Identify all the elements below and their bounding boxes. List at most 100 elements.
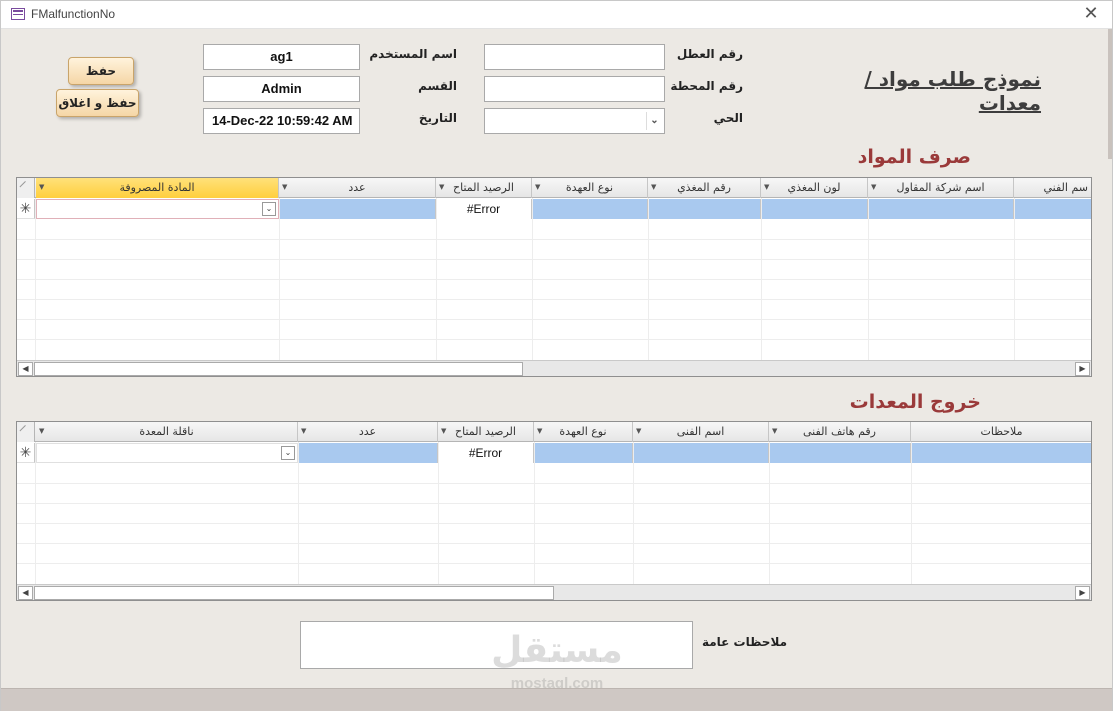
- triangle-down-icon[interactable]: ▼: [535, 178, 540, 197]
- save-close-button[interactable]: حفظ و اغلاق: [56, 89, 139, 117]
- equipment-col-notes[interactable]: ملاحظات: [911, 422, 1091, 442]
- select-all-corner[interactable]: [17, 422, 35, 442]
- grid-line: [17, 299, 1091, 300]
- triangle-down-icon[interactable]: ▼: [537, 422, 542, 441]
- materials-col-feeder-color[interactable]: ▼ لون المغذي: [761, 178, 868, 198]
- materials-col-custody-type[interactable]: ▼ نوع العهدة: [532, 178, 648, 198]
- materials-datasheet: ▼ المادة المصروفة ▼ عدد ▼ الرصيد المتاح ▼ نو…: [16, 177, 1092, 377]
- chevron-down-icon[interactable]: ⌄: [262, 202, 276, 216]
- general-notes-label: ملاحظات عامة: [701, 635, 787, 649]
- equipment-col-carrier[interactable]: ▼ ناقلة المعدة: [36, 422, 298, 442]
- triangle-right-icon[interactable]: ▶: [1075, 362, 1090, 376]
- grid-line: [648, 198, 649, 360]
- equipment-notes-cell[interactable]: [911, 443, 1091, 463]
- equipment-carrier-combo[interactable]: ⌄: [36, 443, 298, 463]
- triangle-down-icon[interactable]: ▼: [764, 178, 769, 197]
- triangle-down-icon[interactable]: ▼: [441, 422, 446, 441]
- grid-line: [17, 339, 1091, 340]
- grid-line: [279, 198, 280, 360]
- grid-line: [17, 483, 1091, 484]
- equipment-col-custody-type[interactable]: ▼ نوع العهدة: [534, 422, 633, 442]
- materials-contractor-cell[interactable]: [868, 199, 1014, 219]
- grid-line: [633, 442, 634, 584]
- materials-col-contractor[interactable]: ▼ اسم شركة المقاول: [868, 178, 1014, 198]
- equipment-horizontal-scrollbar[interactable]: ◀ ▶: [17, 584, 1091, 600]
- grid-line: [35, 442, 36, 584]
- materials-col-material[interactable]: ▼ المادة المصروفة: [36, 178, 279, 198]
- triangle-down-icon[interactable]: ▼: [439, 178, 444, 197]
- grid-line: [532, 198, 533, 360]
- grid-line: [17, 563, 1091, 564]
- triangle-down-icon[interactable]: ▼: [636, 422, 641, 441]
- materials-section-title: صرف المواد: [857, 146, 971, 168]
- new-record-selector[interactable]: ✳: [17, 199, 35, 219]
- grid-line: [17, 279, 1091, 280]
- equipment-custody-cell[interactable]: [534, 443, 633, 463]
- triangle-down-icon[interactable]: ▼: [651, 178, 656, 197]
- materials-col-count[interactable]: ▼ عدد: [279, 178, 436, 198]
- triangle-down-icon[interactable]: ▼: [39, 178, 44, 197]
- triangle-down-icon[interactable]: ▼: [39, 422, 44, 441]
- materials-technician-cell[interactable]: [1014, 199, 1091, 219]
- chevron-down-icon[interactable]: ⌄: [646, 112, 662, 130]
- grid-line: [17, 503, 1091, 504]
- grid-line: [17, 239, 1091, 240]
- close-button[interactable]: ✕: [1080, 4, 1102, 26]
- materials-count-cell[interactable]: [279, 199, 436, 219]
- chevron-down-icon[interactable]: ⌄: [281, 446, 295, 460]
- triangle-down-icon[interactable]: ▼: [772, 422, 777, 441]
- triangle-left-icon[interactable]: ◀: [18, 586, 33, 600]
- materials-header-row: ▼ المادة المصروفة ▼ عدد ▼ الرصيد المتاح ▼ نو…: [17, 178, 1091, 198]
- equipment-col-count[interactable]: ▼ عدد: [298, 422, 438, 442]
- materials-feeder-color-cell[interactable]: [761, 199, 868, 219]
- access-form-icon: [11, 8, 25, 20]
- department-field[interactable]: Admin: [203, 76, 360, 102]
- triangle-down-icon[interactable]: ▼: [282, 178, 287, 197]
- grid-line: [298, 442, 299, 584]
- district-combo[interactable]: ⌄: [484, 108, 665, 134]
- save-button[interactable]: حفظ: [68, 57, 134, 85]
- equipment-technician-phone-cell[interactable]: [769, 443, 911, 463]
- mostaql-watermark: مستقل: [491, 630, 623, 671]
- grid-line: [1014, 198, 1015, 360]
- station-no-input[interactable]: [484, 76, 665, 102]
- malfunction-no-input[interactable]: [484, 44, 665, 70]
- triangle-down-icon[interactable]: ▼: [871, 178, 876, 197]
- grid-line: [17, 523, 1091, 524]
- date-field[interactable]: 14-Dec-22 10:59:42 AM: [203, 108, 360, 134]
- materials-col-balance[interactable]: ▼ الرصيد المتاح: [436, 178, 532, 198]
- triangle-left-icon[interactable]: ◀: [18, 362, 33, 376]
- department-label: القسم: [418, 79, 457, 93]
- triangle-right-icon[interactable]: ▶: [1075, 586, 1090, 600]
- materials-feeder-no-cell[interactable]: [648, 199, 761, 219]
- grid-line: [436, 198, 437, 360]
- equipment-col-balance[interactable]: ▼ الرصيد المتاح: [438, 422, 534, 442]
- username-field[interactable]: ag1: [203, 44, 360, 70]
- materials-balance-cell: #Error: [436, 199, 532, 219]
- materials-col-technician[interactable]: سم الفني: [1014, 178, 1091, 198]
- equipment-col-technician-phone[interactable]: ▼ رقم هاتف الفنى: [769, 422, 911, 442]
- materials-col-feeder-no[interactable]: ▼ رقم المغذي: [648, 178, 761, 198]
- grid-line: [868, 198, 869, 360]
- grid-line: [17, 319, 1091, 320]
- date-label: التاريخ: [418, 111, 457, 125]
- materials-material-combo[interactable]: ⌄: [36, 199, 279, 219]
- username-label: اسم المستخدم: [369, 47, 457, 61]
- new-record-selector[interactable]: ✳: [17, 443, 35, 463]
- scrollbar-thumb[interactable]: [34, 362, 523, 376]
- equipment-count-cell[interactable]: [298, 443, 438, 463]
- equipment-section-title: خروج المعدات: [849, 391, 981, 413]
- grid-line: [438, 442, 439, 584]
- grid-line: [35, 198, 36, 360]
- triangle-down-icon[interactable]: ▼: [301, 422, 306, 441]
- select-all-corner[interactable]: [17, 178, 35, 198]
- materials-custody-cell[interactable]: [532, 199, 648, 219]
- scrollbar-thumb[interactable]: [34, 586, 554, 600]
- grid-line: [769, 442, 770, 584]
- title-bar: FMalfunctionNo ✕: [1, 1, 1112, 29]
- materials-horizontal-scrollbar[interactable]: ◀ ▶: [17, 360, 1091, 376]
- equipment-col-technician-name[interactable]: ▼ اسم الفنى: [633, 422, 769, 442]
- equipment-balance-cell: #Error: [438, 443, 534, 463]
- equipment-technician-name-cell[interactable]: [633, 443, 769, 463]
- grid-line: [17, 259, 1091, 260]
